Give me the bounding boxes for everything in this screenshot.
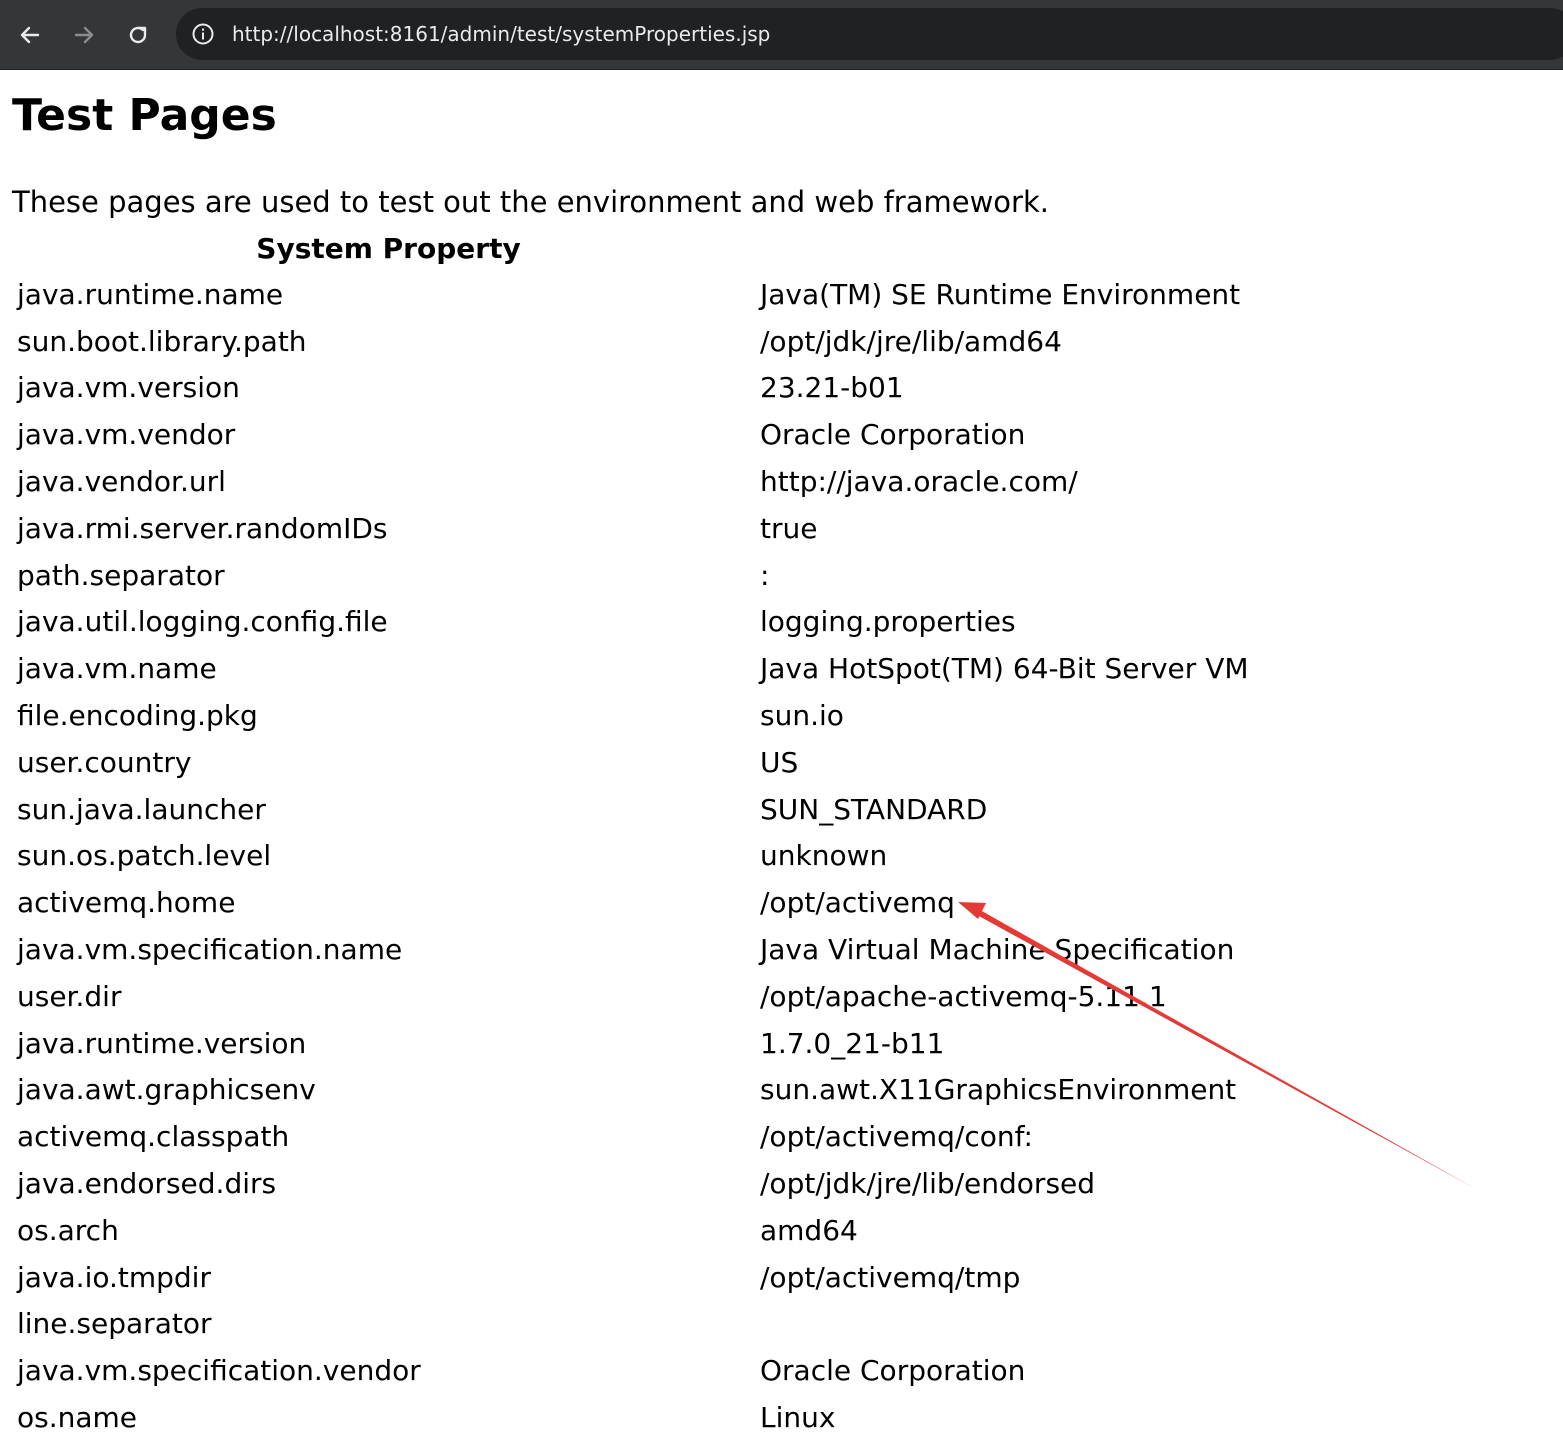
table-row: user.dir/opt/apache-activemq-5.11.1: [0, 973, 1560, 1020]
table-header-row: System Property: [0, 225, 1560, 271]
table-row: path.separator:: [0, 552, 1560, 599]
reload-button[interactable]: [120, 17, 156, 53]
address-bar[interactable]: http://localhost:8161/admin/test/systemP…: [176, 8, 1563, 60]
property-value: amd64: [760, 1213, 858, 1247]
table-row: java.awt.graphicsenv sun.awt.X11GraphicsE…: [0, 1067, 1560, 1114]
page-title: Test Pages: [12, 90, 277, 141]
table-row: sun.os.patch.level unknown: [0, 833, 1560, 880]
table-row: java.runtime.name Java(TM) SE Runtime Env…: [0, 271, 1560, 318]
property-name: java.vm.vendor: [17, 418, 236, 452]
property-value: /opt/activemq/tmp: [760, 1260, 1021, 1294]
arrow-left-icon: [20, 26, 40, 44]
property-value: Java(TM) SE Runtime Environment: [760, 277, 1241, 311]
table-row: java.vm.version 23.21-b01: [0, 365, 1560, 412]
property-name: sun.os.patch.level: [17, 839, 272, 873]
property-name: java.endorsed.dirs: [17, 1167, 277, 1201]
table-row: activemq.classpath/opt/activemq/conf:: [0, 1113, 1560, 1160]
property-name: os.arch: [17, 1213, 119, 1247]
property-name: java.vm.specification.vendor: [17, 1354, 421, 1388]
table-row: java.vendor.url http://java.oracle.com/: [0, 458, 1560, 505]
properties-body: java.runtime.name Java(TM) SE Runtime Env…: [0, 271, 1560, 1441]
forward-button[interactable]: [66, 17, 102, 53]
table-row: line.separator: [0, 1301, 1560, 1348]
table-row: java.vm.name Java HotSpot(TM) 64-Bit Serv…: [0, 645, 1560, 692]
property-value: :: [760, 558, 770, 592]
property-name: java.awt.graphicsenv: [17, 1073, 316, 1107]
table-row: java.endorsed.dirs/opt/jdk/jre/lib/endor…: [0, 1160, 1560, 1207]
table-row: os.arch amd64: [0, 1207, 1560, 1254]
property-value: /opt/apache-activemq-5.11.1: [760, 979, 1167, 1013]
property-value: /opt/jdk/jre/lib/amd64: [760, 324, 1062, 358]
property-value: SUN_STANDARD: [760, 792, 988, 826]
table-row: file.encoding.pkg sun.io: [0, 692, 1560, 739]
table-row: user.country US: [0, 739, 1560, 786]
property-value: sun.awt.X11GraphicsEnvironment: [760, 1073, 1237, 1107]
table-row: sun.java.launcher SUN_STANDARD: [0, 786, 1560, 833]
table-row: java.util.logging.config.file logging.pro…: [0, 599, 1560, 646]
property-name: java.runtime.name: [17, 277, 284, 311]
table-row: sun.boot.library.path/opt/jdk/jre/lib/am…: [0, 318, 1560, 365]
property-value: 1.7.0_21-b11: [760, 1026, 945, 1060]
property-name: java.vendor.url: [17, 465, 226, 499]
arrow-right-icon: [74, 26, 94, 44]
property-value: sun.io: [760, 699, 844, 733]
property-value: Oracle Corporation: [760, 1354, 1026, 1388]
property-name: activemq.classpath: [17, 1120, 290, 1154]
property-value: unknown: [760, 839, 888, 873]
table-row: java.io.tmpdir/opt/activemq/tmp: [0, 1254, 1560, 1301]
browser-toolbar: http://localhost:8161/admin/test/systemP…: [0, 0, 1563, 70]
property-value: Linux: [760, 1401, 836, 1435]
property-name: java.vm.version: [17, 371, 240, 405]
property-name: os.name: [17, 1401, 138, 1435]
info-circle-icon[interactable]: [190, 21, 216, 47]
property-name: java.rmi.server.randomIDs: [17, 511, 388, 545]
value-header: [760, 225, 1560, 271]
property-name: user.dir: [17, 979, 122, 1013]
table-row: activemq.home/opt/activemq: [0, 879, 1560, 926]
property-name: java.runtime.version: [17, 1026, 307, 1060]
property-name: activemq.home: [17, 886, 236, 920]
property-name: sun.java.launcher: [17, 792, 266, 826]
page-content: Test Pages These pages are used to test …: [0, 70, 1563, 1445]
table-row: java.vm.specification.name Java Virtual M…: [0, 926, 1560, 973]
property-value: Oracle Corporation: [760, 418, 1026, 452]
property-value: 23.21-b01: [760, 371, 904, 405]
property-name: file.encoding.pkg: [17, 699, 258, 733]
property-name: java.vm.name: [17, 652, 217, 686]
property-name: line.separator: [17, 1307, 212, 1341]
table-row: os.name Linux: [0, 1394, 1560, 1441]
property-name: java.vm.specification.name: [17, 933, 403, 967]
table-row: java.rmi.server.randomIDs true: [0, 505, 1560, 552]
property-name: sun.boot.library.path: [17, 324, 307, 358]
property-value: /opt/activemq: [760, 886, 955, 920]
table-row: java.runtime.version 1.7.0_21-b11: [0, 1020, 1560, 1067]
intro-text: These pages are used to test out the env…: [12, 185, 1049, 219]
property-name: user.country: [17, 745, 192, 779]
system-property-header: System Property: [256, 231, 521, 265]
system-properties-table: System Property java.runtime.name Java(TM…: [0, 225, 1560, 1441]
property-value: Java Virtual Machine Specification: [760, 933, 1235, 967]
property-value: US: [760, 745, 799, 779]
property-name: java.util.logging.config.file: [17, 605, 388, 639]
property-value: true: [760, 511, 818, 545]
property-value: /opt/activemq/conf:: [760, 1120, 1033, 1154]
table-row: java.vm.vendor Oracle Corporation: [0, 411, 1560, 458]
property-value: http://java.oracle.com/: [760, 465, 1078, 499]
url-text[interactable]: http://localhost:8161/admin/test/systemP…: [232, 21, 770, 47]
property-value: Java HotSpot(TM) 64-Bit Server VM: [760, 652, 1249, 686]
back-button[interactable]: [12, 17, 48, 53]
property-value: [760, 1301, 1560, 1348]
property-value: /opt/jdk/jre/lib/endorsed: [760, 1167, 1096, 1201]
reload-icon: [129, 26, 147, 44]
property-value: logging.properties: [760, 605, 1016, 639]
property-name: path.separator: [17, 558, 225, 592]
table-row: java.vm.specification.vendor Oracle Corpo…: [0, 1347, 1560, 1394]
property-name: java.io.tmpdir: [17, 1260, 211, 1294]
